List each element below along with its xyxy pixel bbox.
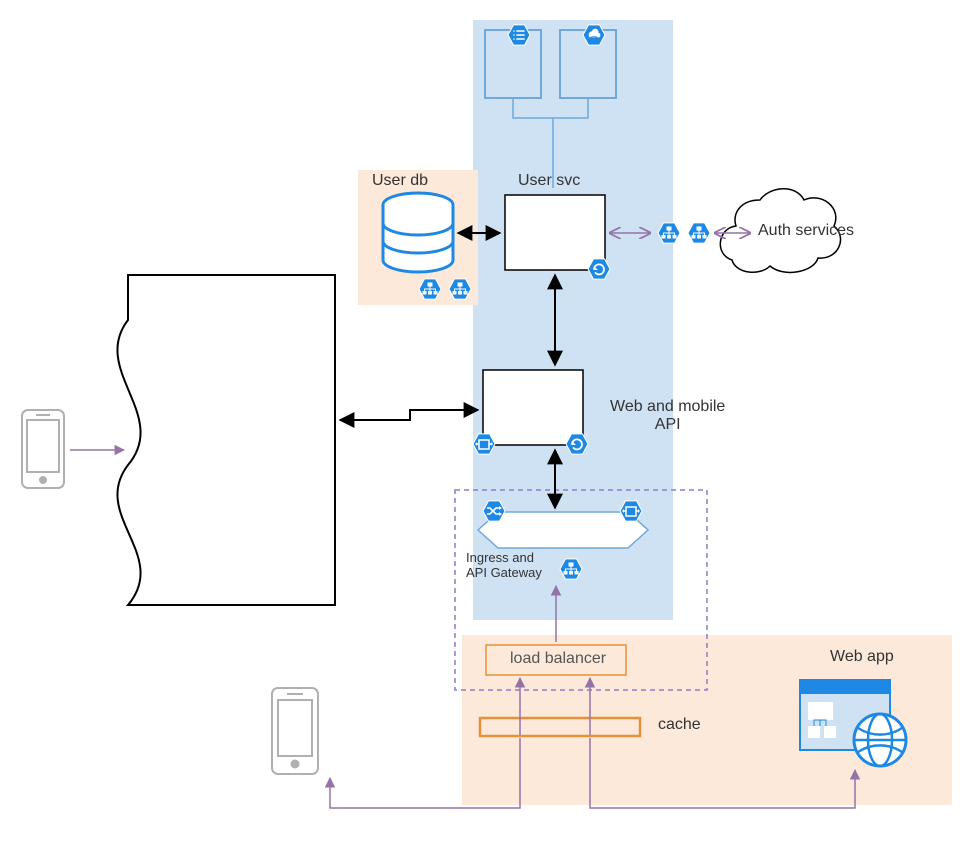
org-chart-icon [560,559,582,579]
org-chart-icon [658,223,680,243]
globe-icon [854,714,906,766]
web-mobile-api-label: Web and mobile API [610,398,725,434]
package-icon [620,501,642,521]
refresh-icon [588,259,610,279]
user-db-label: User db [372,172,428,190]
org-chart-icon [688,223,710,243]
shuffle-icon [483,501,505,521]
web-app-label: Web app [830,648,894,666]
list-icon [508,25,530,45]
arrow-page-api [340,410,478,420]
auth-services-label: Auth services [758,222,854,240]
user-svc-label: User svc [518,172,580,190]
cache-label: cache [658,716,701,734]
org-chart-icon [419,279,441,299]
external-system-page [117,275,335,605]
org-chart-icon [449,279,471,299]
ingress-api-gateway-label: Ingress and API Gateway [466,550,542,580]
web-mobile-api [473,370,588,454]
architecture-diagram [0,0,968,860]
refresh-icon [566,434,588,454]
user-svc [505,195,610,279]
load-balancer-label: load balancer [510,650,606,668]
mobile-client-bottom [272,688,318,774]
mobile-client-top [22,410,64,488]
package-icon [473,434,495,454]
cloud-db-icon [583,25,605,45]
